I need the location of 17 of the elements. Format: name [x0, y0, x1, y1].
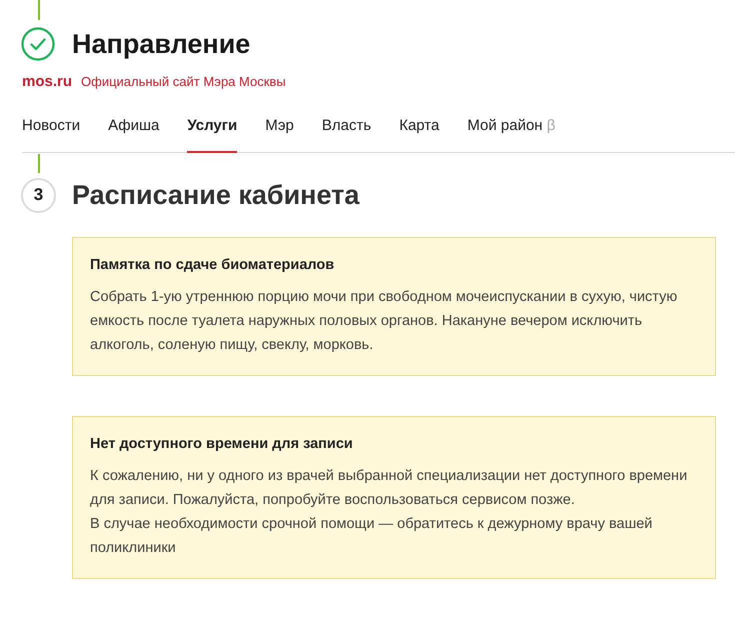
notice-text: В случае необходимости срочной помощи — обратитесь к дежурному врачу вашей поликлиники	[90, 515, 654, 558]
step-title: Расписание кабинета	[72, 180, 360, 210]
nav-tab[interactable]: Карта	[399, 114, 440, 153]
nav-tab[interactable]: Афиша	[108, 114, 160, 153]
nav-tab[interactable]: Новости	[22, 114, 80, 153]
nav-tab[interactable]: Мой район β	[467, 114, 556, 153]
step-number: 3	[21, 178, 56, 212]
site-tagline: Официальный сайт Мэра Москвы	[81, 74, 286, 89]
notice-title: Памятка по сдаче биоматериалов	[90, 257, 336, 273]
nav-tab[interactable]: Мэр	[265, 114, 294, 153]
nav-tab[interactable]: Услуги	[187, 114, 238, 153]
step-title: Направление	[72, 28, 250, 60]
notice-title: Нет доступного времени для записи	[90, 436, 354, 452]
site-logo[interactable]: mos.ru	[22, 73, 72, 90]
notice-text: Собрать 1-ую утреннюю порцию мочи при свободном мочеиспускании в сухую, чистую емкость после туалета наружных половых органов. Накануне вечером исключить алкоголь, соленую пищу, свеклу, морковь.	[90, 288, 678, 355]
nav-tab[interactable]: Власть	[322, 114, 372, 153]
notice-text: К сожалению, ни у одного из врачей выбранной специализации нет доступного времени для записи. Пожалуйста, попробуйте воспользоваться сервисом позже.	[90, 467, 688, 510]
